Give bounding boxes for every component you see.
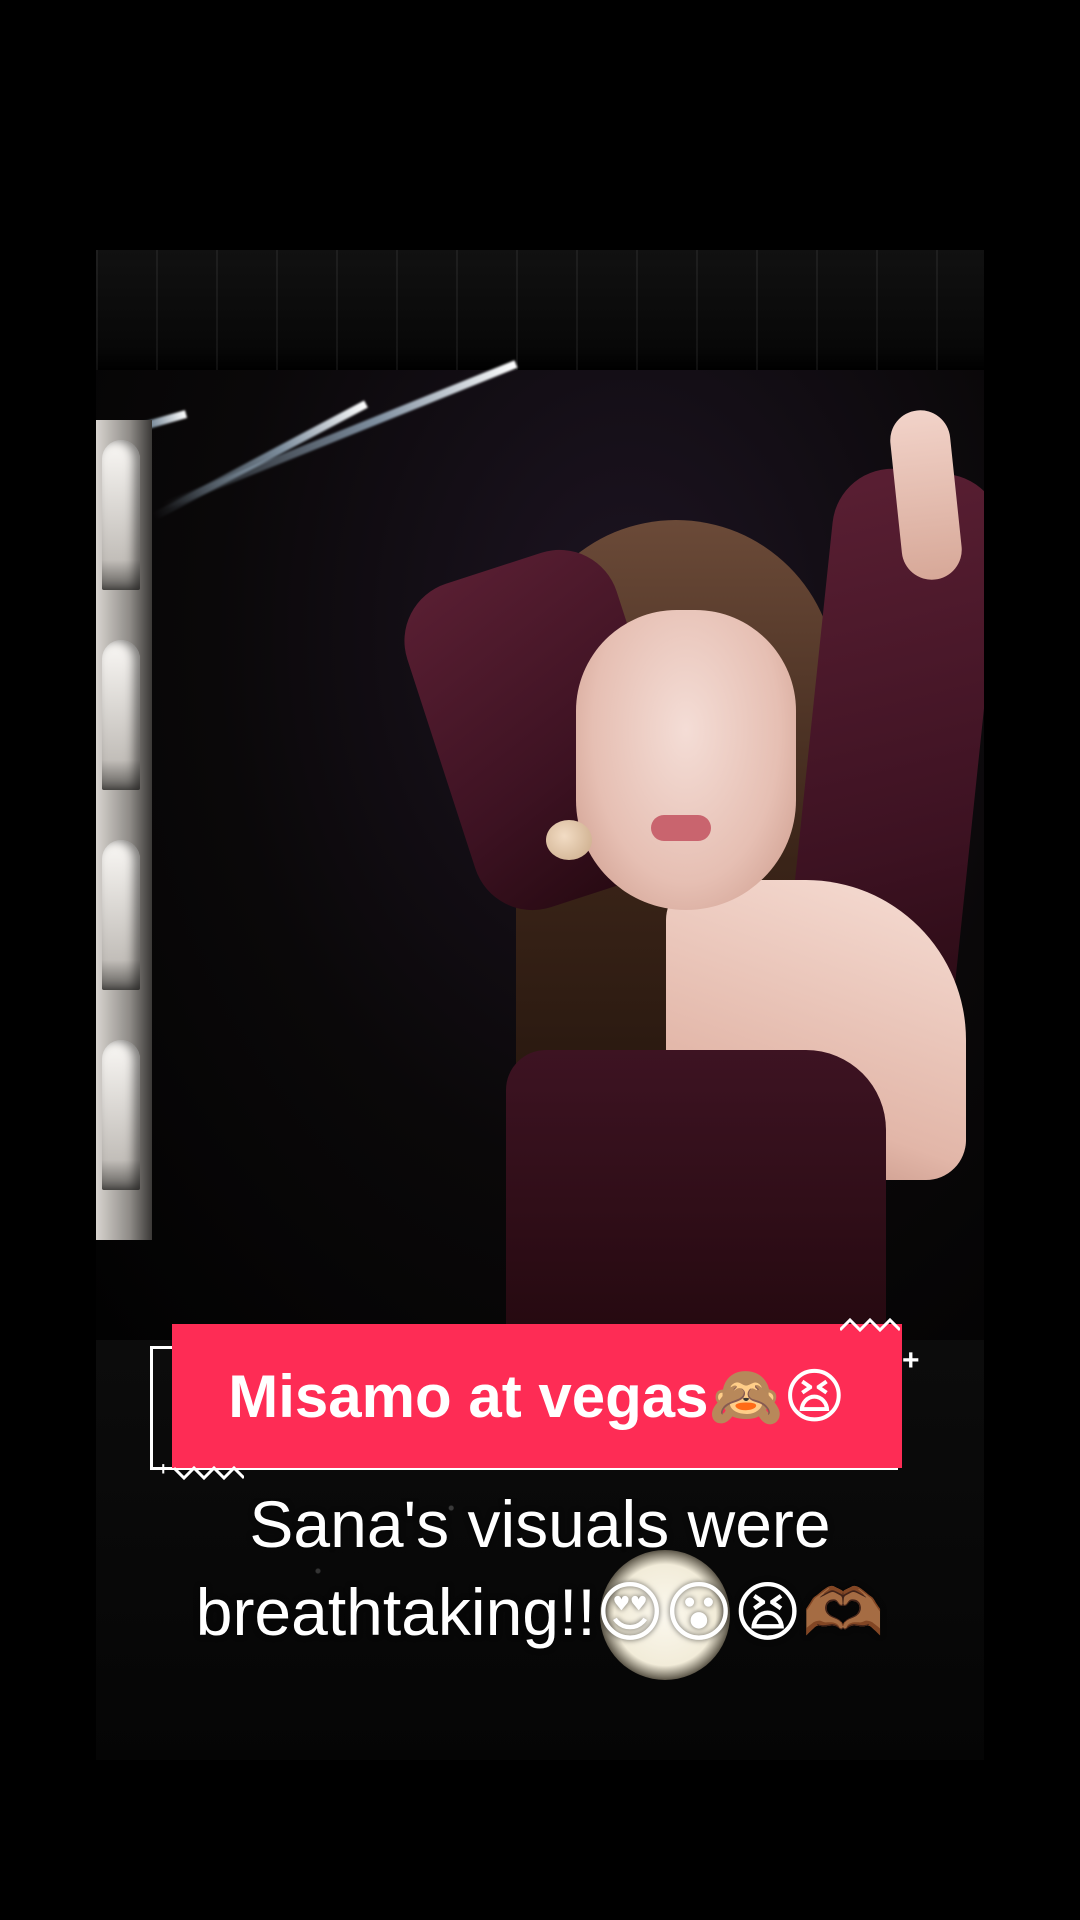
banner-fill: Misamo at vegas🙈😫 xyxy=(172,1324,902,1468)
zigzag-decoration-icon xyxy=(840,1318,900,1332)
title-banner: Misamo at vegas🙈😫 + + xyxy=(150,1318,920,1480)
zigzag-decoration-icon xyxy=(174,1466,244,1480)
caption-line-1: Sana's visuals were xyxy=(249,1487,831,1561)
headset-mic xyxy=(546,820,592,860)
stage-screen-column xyxy=(96,420,152,1240)
plus-sparkle-icon: + xyxy=(902,1344,920,1377)
video-caption: Sana's visuals were breathtaking!!😍😮😫🫶🏾 xyxy=(100,1480,980,1656)
stage-truss xyxy=(96,250,984,370)
performer-top xyxy=(506,1050,886,1340)
banner-title: Misamo at vegas🙈😫 xyxy=(228,1362,846,1430)
performer-lips xyxy=(651,815,711,841)
performer xyxy=(388,407,984,1340)
caption-line-2: breathtaking!!😍😮😫🫶🏾 xyxy=(195,1575,885,1649)
arch-panel xyxy=(102,640,140,790)
performer-face xyxy=(576,610,796,910)
video-viewport[interactable]: Misamo at vegas🙈😫 + + Sana's visuals wer… xyxy=(0,0,1080,1920)
arch-panel xyxy=(102,1040,140,1190)
arch-panel xyxy=(102,440,140,590)
video-frame[interactable] xyxy=(96,250,984,1340)
arch-panel xyxy=(102,840,140,990)
